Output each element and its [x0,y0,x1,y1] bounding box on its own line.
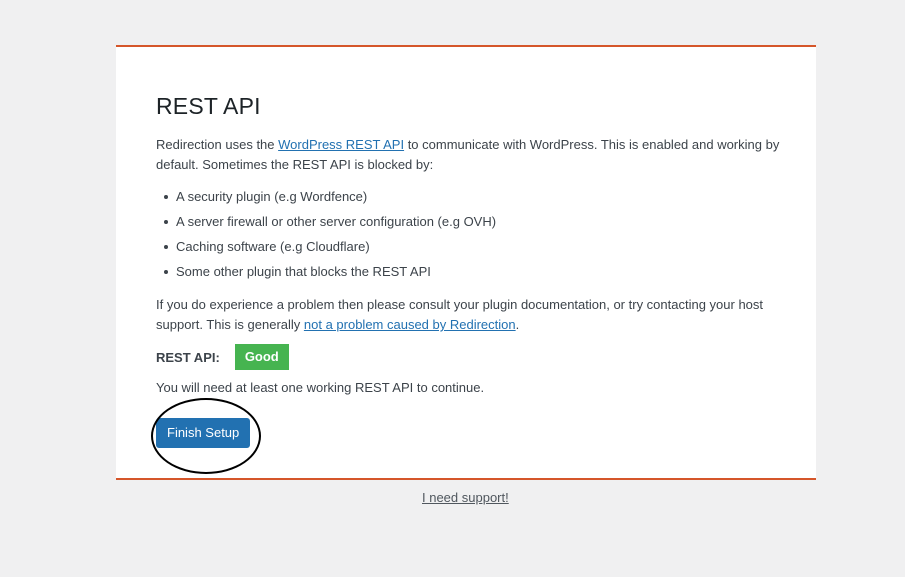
blocking-reasons-list: A security plugin (e.g Wordfence) A serv… [156,187,496,287]
list-item-text: A security plugin (e.g Wordfence) [176,189,368,204]
setup-card: REST API Redirection uses the WordPress … [116,45,816,480]
bullet-icon [164,195,168,199]
list-item-text: A server firewall or other server config… [176,214,497,229]
page-title: REST API [156,93,261,119]
status-badge: Good [234,344,289,370]
rest-api-status: REST API: Good [156,344,289,370]
not-a-problem-link[interactable]: not a problem caused by Redirection [304,317,516,332]
consult-paragraph: If you do experience a problem then plea… [156,295,781,335]
bullet-icon [164,270,168,274]
support-link[interactable]: I need support! [422,490,509,505]
intro-paragraph: Redirection uses the WordPress REST API … [156,135,781,175]
finish-setup-button[interactable]: Finish Setup [156,418,251,448]
list-item: Some other plugin that blocks the REST A… [164,262,496,287]
bullet-icon [164,220,168,224]
wordpress-rest-api-link[interactable]: WordPress REST API [278,137,404,152]
list-item-text: Some other plugin that blocks the REST A… [176,264,431,279]
list-item: A security plugin (e.g Wordfence) [164,187,496,212]
list-item: Caching software (e.g Cloudflare) [164,237,496,262]
bullet-icon [164,245,168,249]
status-label: REST API: [156,349,220,365]
list-item-text: Caching software (e.g Cloudflare) [176,239,370,254]
requirement-text: You will need at least one working REST … [156,380,485,395]
consult-text-end: . [515,317,520,332]
intro-text-start: Redirection uses the [156,137,279,152]
list-item: A server firewall or other server config… [164,212,497,237]
